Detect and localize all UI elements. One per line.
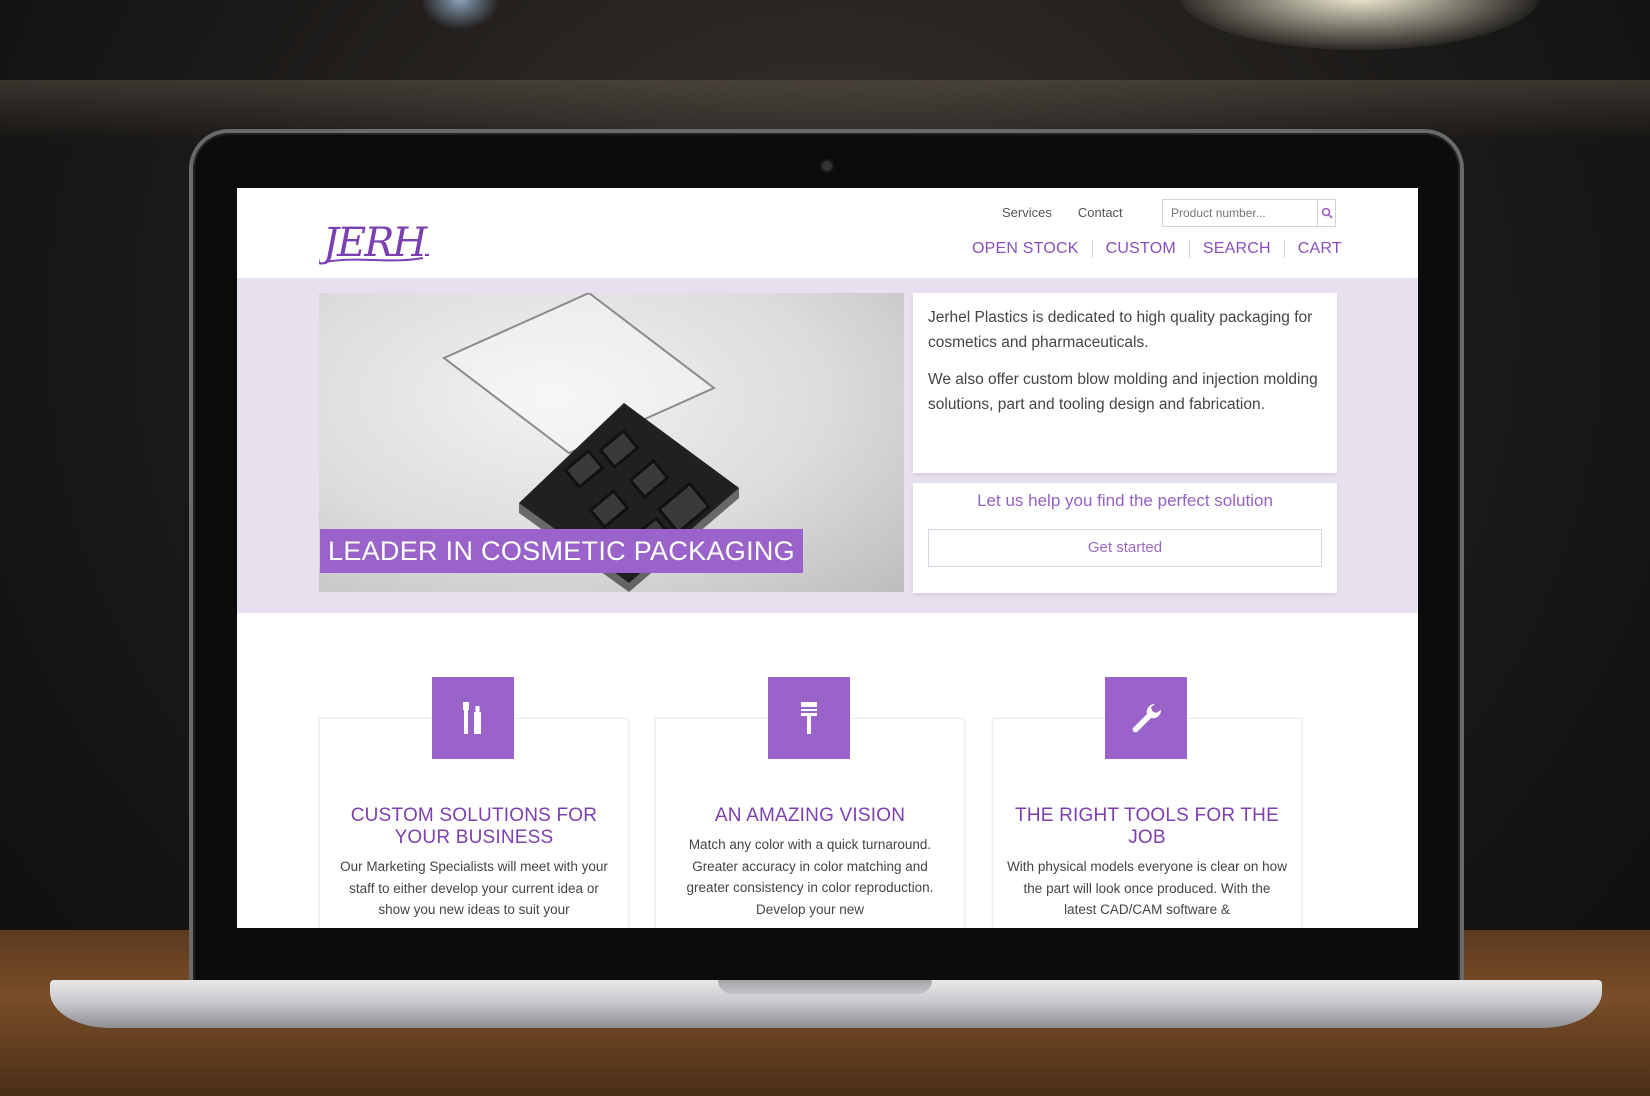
nav-custom[interactable]: CUSTOM: [1093, 240, 1189, 258]
site-header: JERHÉL Services Contact OPEN STOCK CUSTO…: [237, 188, 1418, 278]
feature-description: Match any color with a quick turnaround.…: [686, 837, 934, 917]
nav-open-stock[interactable]: OPEN STOCK: [959, 240, 1092, 258]
main-nav: OPEN STOCK CUSTOM SEARCH CART: [959, 240, 1355, 258]
get-started-button[interactable]: Get started: [928, 529, 1322, 567]
nav-search[interactable]: SEARCH: [1190, 240, 1284, 258]
hero-caption: LEADER IN COSMETIC PACKAGING: [320, 529, 803, 573]
feature-card-right-tools: THE RIGHT TOOLS FOR THE JOB With physica…: [992, 677, 1302, 928]
paint-brush-icon: [768, 677, 850, 759]
product-number-input[interactable]: [1163, 202, 1317, 224]
background-blur: [0, 80, 1650, 140]
services-link[interactable]: Services: [1002, 205, 1052, 225]
makeup-tools-icon: [432, 677, 514, 759]
feature-title: THE RIGHT TOOLS FOR THE JOB: [1015, 805, 1279, 848]
hero-section: LEADER IN COSMETIC PACKAGING Jerhel Plas…: [237, 278, 1418, 613]
webcam: [822, 161, 832, 171]
background-light-secondary: [420, 0, 500, 30]
feature-card-custom-solutions: CUSTOM SOLUTIONS FOR YOUR BUSINESS Our M…: [319, 677, 629, 928]
jerhel-logo[interactable]: JERHÉL: [319, 206, 429, 272]
cta-heading: Let us help you find the perfect solutio…: [977, 491, 1273, 510]
wrench-icon: [1105, 677, 1187, 759]
product-search: [1162, 199, 1336, 227]
feature-description: Our Marketing Specialists will meet with…: [340, 859, 608, 917]
intro-paragraph-1: Jerhel Plastics is dedicated to high qua…: [928, 309, 1313, 351]
utility-links: Services Contact: [1002, 205, 1123, 225]
feature-card-amazing-vision: AN AMAZING VISION Match any color with a…: [655, 677, 965, 928]
search-icon: [1321, 207, 1333, 219]
intro-card: Jerhel Plastics is dedicated to high qua…: [913, 293, 1337, 473]
hero-image: LEADER IN COSMETIC PACKAGING: [319, 293, 904, 592]
feature-title: AN AMAZING VISION: [714, 805, 906, 826]
feature-description: With physical models everyone is clear o…: [1007, 859, 1287, 917]
contact-link[interactable]: Contact: [1078, 205, 1123, 225]
background-light: [1180, 0, 1540, 50]
cta-card: Let us help you find the perfect solutio…: [913, 483, 1337, 593]
nav-cart[interactable]: CART: [1285, 240, 1355, 258]
feature-title: CUSTOM SOLUTIONS FOR YOUR BUSINESS: [350, 805, 598, 848]
search-button[interactable]: [1317, 200, 1335, 226]
laptop-lid-notch: [718, 980, 932, 994]
intro-paragraph-2: We also offer custom blow molding and in…: [928, 371, 1318, 413]
website-screen: JERHÉL Services Contact OPEN STOCK CUSTO…: [237, 188, 1418, 928]
